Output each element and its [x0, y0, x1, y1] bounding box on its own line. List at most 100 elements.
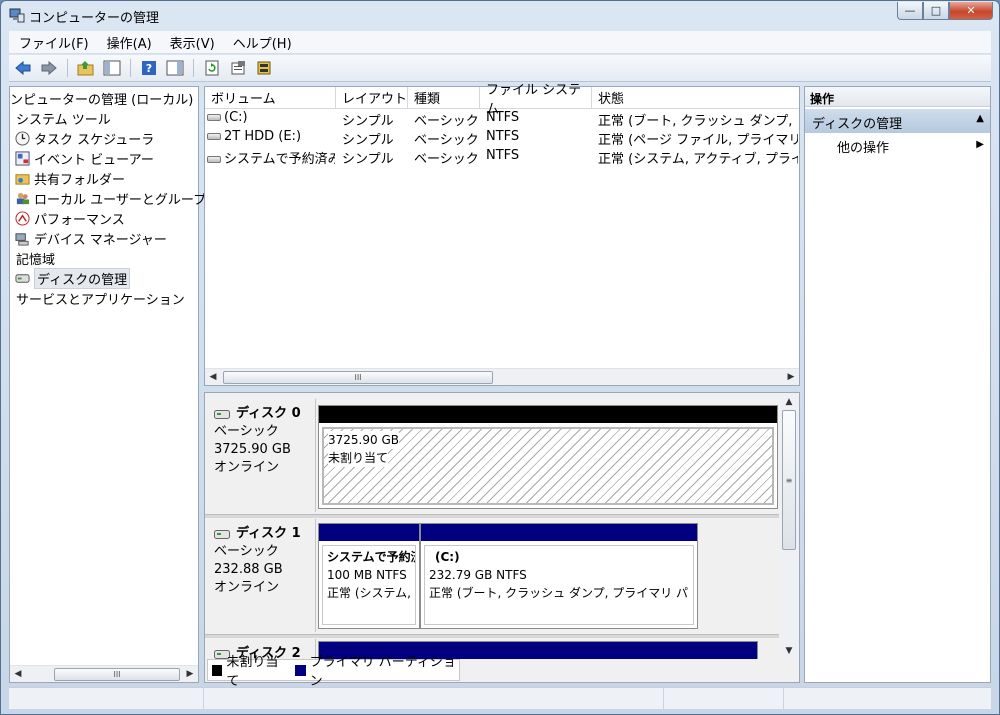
partition-bar: [319, 406, 777, 423]
disk-settings-icon[interactable]: [254, 58, 274, 78]
collapse-icon[interactable]: ▲: [976, 113, 984, 124]
drive-icon: [207, 156, 221, 163]
drive-icon: [207, 133, 221, 140]
legend-swatch-primary: [295, 664, 306, 676]
disk-vertical-scrollbar[interactable]: ▲ ≡ ▼: [781, 394, 798, 659]
scrollbar-thumb[interactable]: III: [223, 371, 493, 384]
action-section-disk-management[interactable]: ディスクの管理 ▲: [805, 109, 990, 133]
legend-label-unallocated: 未割り当て: [226, 655, 279, 689]
menu-help[interactable]: ヘルプ(H): [223, 33, 300, 52]
svg-text:?: ?: [146, 62, 152, 75]
show-hide-tree-icon[interactable]: [102, 58, 122, 78]
volume-name: 2T HDD (E:): [224, 129, 302, 144]
partition-line3: 正常 (ブート, クラッシュ ダンプ, プライマリ パ: [429, 586, 689, 600]
status-segment: [204, 688, 664, 709]
help-icon[interactable]: ?: [139, 58, 159, 78]
table-row[interactable]: システムで予約済み シンプル ベーシック NTFS 正常 (システム, アクティ…: [205, 147, 799, 167]
volume-type: ベーシック: [414, 114, 479, 129]
drive-icon: [207, 114, 221, 121]
partition-bar: [421, 524, 697, 541]
disk-icon: [214, 529, 230, 539]
menu-action[interactable]: 操作(A): [97, 33, 160, 52]
minimize-button[interactable]: —: [897, 2, 923, 20]
scrollbar-thumb[interactable]: ≡: [782, 410, 796, 550]
tree-root[interactable]: ンピューターの管理 (ローカル): [10, 88, 193, 108]
legend-swatch-unallocated: [212, 664, 223, 676]
tree-item-event-viewer[interactable]: イベント ビューアー: [14, 148, 154, 168]
disk-size: 3725.90 GB: [214, 442, 291, 457]
menu-view[interactable]: 表示(V): [160, 33, 223, 52]
disk-kind: ベーシック: [214, 544, 279, 559]
volume-type: ベーシック: [414, 133, 479, 148]
table-row[interactable]: 2T HDD (E:) シンプル ベーシック NTFS 正常 (ページ ファイル…: [205, 128, 799, 148]
volume-list: ボリューム レイアウト 種類 ファイル システム 状態 (C:) シンプル ベー…: [204, 83, 800, 386]
scroll-up-icon[interactable]: ▲: [781, 394, 797, 410]
tree-item-system-tools[interactable]: システム ツール: [16, 108, 111, 128]
partition-line1: (C:): [435, 550, 460, 564]
partition-system-reserved[interactable]: システムで予約済 100 MB NTFS 正常 (システム, ア: [318, 523, 420, 629]
disk-separator: [205, 514, 779, 518]
column-header-volume[interactable]: ボリューム: [205, 87, 336, 109]
tree-item-shared-folders[interactable]: 共有フォルダー: [14, 168, 125, 188]
partition-line3: 正常 (システム, ア: [327, 586, 415, 600]
partition-bar: [319, 524, 419, 541]
volume-name: システムで予約済み: [224, 152, 335, 167]
scrollbar-thumb[interactable]: III: [54, 668, 180, 681]
partition-line2: 100 MB NTFS: [327, 568, 407, 582]
back-icon[interactable]: [13, 58, 33, 78]
column-header-type[interactable]: 種類: [408, 87, 480, 109]
partition-unallocated[interactable]: 3725.90 GB 未割り当て: [318, 405, 778, 509]
close-button[interactable]: ✕: [949, 2, 993, 20]
legend-label-primary: プライマリ パーティション: [309, 655, 456, 689]
tree-item-local-users[interactable]: ローカル ユーザーとグループ: [14, 188, 206, 208]
disk-row[interactable]: ディスク 0 ベーシック 3725.90 GB オンライン 3725.90 GB…: [208, 399, 782, 512]
volume-filesystem: NTFS: [486, 148, 520, 163]
properties-icon[interactable]: [228, 58, 248, 78]
up-folder-icon[interactable]: [76, 58, 96, 78]
computer-management-icon: [9, 8, 25, 23]
title-bar[interactable]: コンピューターの管理 — □ ✕: [1, 1, 999, 29]
table-row[interactable]: (C:) シンプル ベーシック NTFS 正常 (ブート, クラッシュ ダンプ,…: [205, 109, 799, 129]
main-window: コンピューターの管理 — □ ✕ ファイル(F) 操作(A) 表示(V) ヘルプ…: [0, 0, 1000, 715]
refresh-icon[interactable]: [202, 58, 222, 78]
tree-item-label: ローカル ユーザーとグループ: [34, 192, 207, 208]
scroll-left-icon[interactable]: ◀: [205, 369, 221, 385]
menu-bar: ファイル(F) 操作(A) 表示(V) ヘルプ(H): [9, 31, 991, 54]
disk-size: 232.88 GB: [214, 562, 283, 577]
tree-item-services-applications[interactable]: サービスとアプリケーション: [16, 288, 185, 308]
action-section-label: ディスクの管理: [812, 117, 903, 132]
maximize-button[interactable]: □: [923, 2, 949, 20]
tree-item-label: 共有フォルダー: [34, 172, 126, 188]
disk-row[interactable]: ディスク 2: [208, 639, 782, 659]
scroll-right-icon[interactable]: ▶: [783, 369, 799, 385]
column-header-layout[interactable]: レイアウト: [336, 87, 408, 109]
partition-c-drive[interactable]: (C:) 232.79 GB NTFS 正常 (ブート, クラッシュ ダンプ, …: [420, 523, 698, 629]
disk-row[interactable]: ディスク 1 ベーシック 232.88 GB オンライン システムで予約済 10…: [208, 519, 782, 632]
volume-name: (C:): [224, 110, 248, 125]
tree-item-storage[interactable]: 記憶域: [16, 248, 55, 268]
disk-name: ディスク 1: [236, 526, 301, 541]
tree-item-label: イベント ビューアー: [34, 152, 154, 168]
tree-item-task-scheduler[interactable]: タスク スケジューラ: [14, 128, 154, 148]
column-header-filesystem[interactable]: ファイル システム: [480, 83, 592, 117]
column-header-status[interactable]: 状態: [592, 87, 799, 109]
scroll-left-icon[interactable]: ◀: [10, 666, 26, 682]
tree-item-disk-management[interactable]: ディスクの管理: [14, 267, 131, 289]
show-hide-action-icon[interactable]: [165, 58, 185, 78]
action-more-actions[interactable]: 他の操作: [837, 137, 889, 156]
tree-item-device-manager[interactable]: デバイス マネージャー: [14, 228, 167, 248]
menu-file[interactable]: ファイル(F): [9, 33, 97, 52]
forward-icon[interactable]: [39, 58, 59, 78]
submenu-arrow-icon[interactable]: ▶: [976, 139, 984, 150]
scroll-right-icon[interactable]: ▶: [182, 666, 198, 682]
tree-item-performance[interactable]: パフォーマンス: [14, 208, 125, 228]
partition-body: 3725.90 GB 未割り当て: [322, 427, 774, 505]
tree-horizontal-scrollbar[interactable]: ◀ III ▶: [10, 665, 198, 682]
tree-root-label: ンピューターの管理 (ローカル): [10, 92, 194, 108]
device-manager-icon: [14, 230, 30, 246]
tree-item-label: パフォーマンス: [34, 212, 125, 228]
partition-line2: 未割り当て: [328, 449, 389, 467]
volume-horizontal-scrollbar[interactable]: ◀ III ▶: [205, 368, 799, 385]
disk-kind: ベーシック: [214, 424, 279, 439]
scroll-down-icon[interactable]: ▼: [781, 643, 797, 659]
